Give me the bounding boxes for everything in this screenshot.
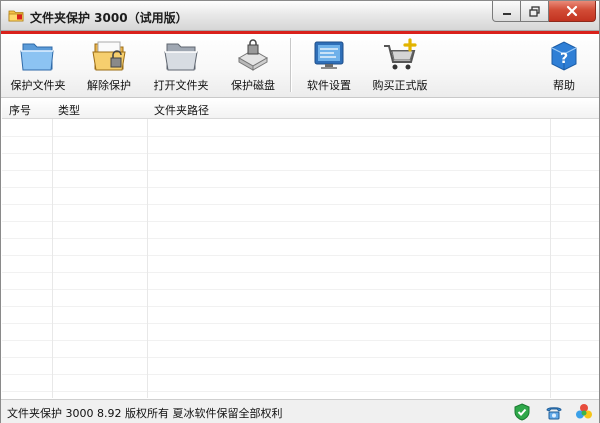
unprotect-label: 解除保护 [87,79,131,92]
disk-lock-icon [237,39,269,71]
svg-text:?: ? [560,51,568,67]
table-header: 序号 类型 文件夹路径 [2,99,599,119]
buy-full-version-button[interactable]: 购买正式版 [367,34,433,98]
close-button[interactable] [549,1,596,22]
protect-folder-button[interactable]: 保护文件夹 [3,34,73,98]
minimize-icon [502,13,511,15]
open-folder-label: 打开文件夹 [153,79,209,92]
folder-unlock-icon [92,41,126,71]
app-folder-icon [8,10,24,22]
buy-full-version-label: 购买正式版 [372,79,428,92]
color-balls-icon[interactable] [575,403,593,421]
settings-label: 软件设置 [307,79,351,92]
restore-icon [529,5,540,17]
title-bar[interactable]: 文件夹保护 3000（试用版） [1,1,599,31]
column-header-type[interactable]: 类型 [58,102,80,118]
toolbar-separator [290,38,291,92]
column-header-index[interactable]: 序号 [9,102,31,118]
protected-folder-table[interactable]: 序号 类型 文件夹路径 [2,99,599,398]
protect-disk-button[interactable]: 保护磁盘 [225,34,281,98]
protect-folder-label: 保护文件夹 [10,79,66,92]
close-icon [566,5,578,17]
restore-button[interactable] [521,1,549,22]
minimize-button[interactable] [492,1,521,22]
help-label: 帮助 [553,79,575,92]
unprotect-button[interactable]: 解除保护 [78,34,140,98]
settings-monitor-icon [314,41,344,69]
settings-button[interactable]: 软件设置 [301,34,357,98]
app-window: 文件夹保护 3000（试用版） 保护文件夹 解除保护 打开文件夹 保护磁盘 软件… [0,0,600,423]
status-bar: 文件夹保护 3000 8.92 版权所有 夏冰软件保留全部权利 [1,399,599,423]
column-header-path[interactable]: 文件夹路径 [154,102,209,118]
shield-check-icon[interactable] [513,403,531,421]
telephone-icon[interactable] [545,403,563,421]
shopping-cart-icon [384,38,417,70]
folder-shield-icon [20,43,54,71]
toolbar: 保护文件夹 解除保护 打开文件夹 保护磁盘 软件设置 购买正式版 ? 帮助 [1,34,599,98]
folder-open-icon [164,43,198,71]
open-folder-button[interactable]: 打开文件夹 [148,34,214,98]
protect-disk-label: 保护磁盘 [231,79,275,92]
help-icon: ? [551,41,577,71]
window-title: 文件夹保护 3000（试用版） [30,11,188,25]
copyright-text: 文件夹保护 3000 8.92 版权所有 夏冰软件保留全部权利 [7,407,283,420]
help-button[interactable]: ? 帮助 [543,34,585,98]
